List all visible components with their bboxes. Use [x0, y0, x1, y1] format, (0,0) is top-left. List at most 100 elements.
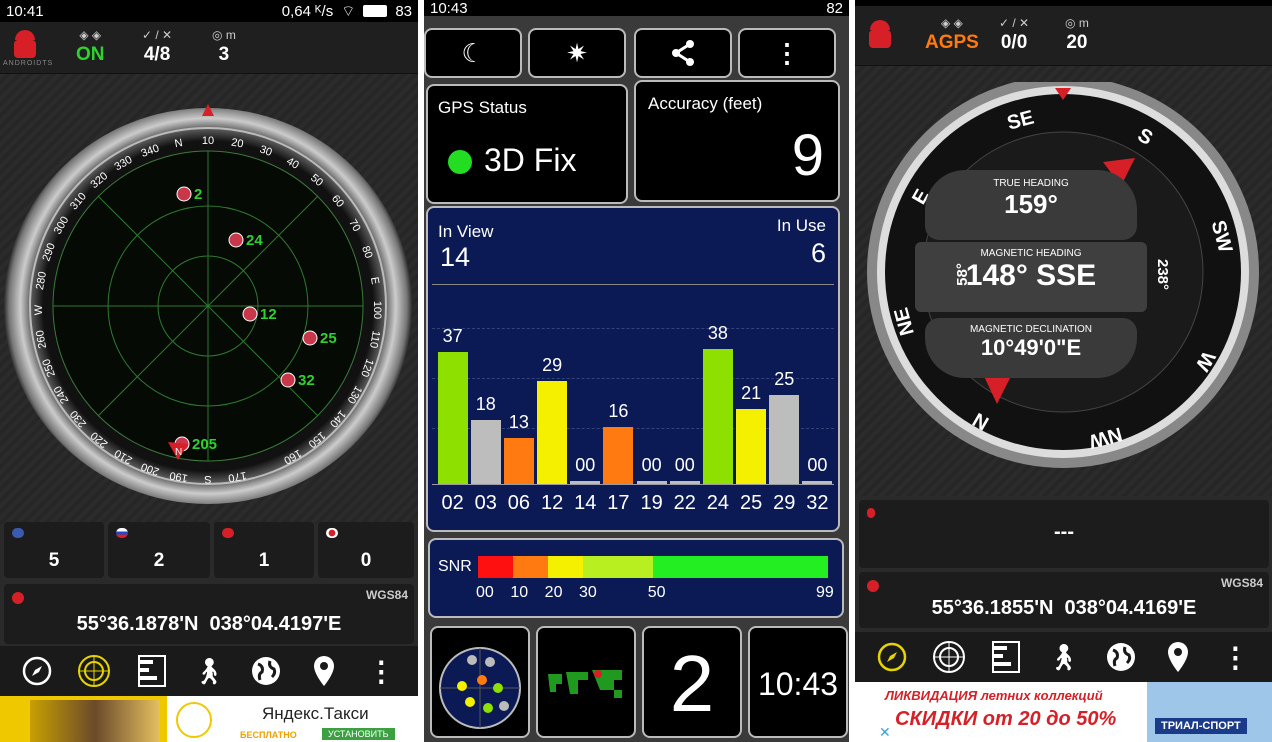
more-button[interactable]: ⋮ [738, 28, 836, 78]
satellite-flag-icon [242, 306, 258, 322]
snr-bar[interactable] [603, 427, 634, 484]
radar-icon[interactable] [76, 653, 112, 689]
snr-tick-label: 20 [544, 584, 563, 601]
world-map-icon [544, 666, 628, 702]
compass-icon[interactable] [874, 639, 910, 675]
snr-bar[interactable] [702, 348, 733, 484]
moon-icon: ☾ [461, 37, 485, 68]
app-logo [863, 20, 897, 58]
night-mode-button[interactable]: ☾ [424, 28, 522, 78]
fix-dot-icon [448, 150, 472, 174]
radar-ring-label: 330 [113, 154, 135, 174]
globe-icon[interactable] [1103, 639, 1139, 675]
radar-icon[interactable] [931, 639, 967, 675]
snr-label: SNR [438, 558, 472, 575]
count-ru-value: 2 [153, 550, 165, 571]
app-logo: ANDROIDTS [3, 30, 52, 68]
accuracy-unit: ◎ m [1065, 16, 1089, 32]
fix-count-tile[interactable]: 2 [642, 626, 742, 738]
latitude: 55°36.1855'N [931, 597, 1054, 619]
ad-line1: ЛИКВИДАЦИЯ летних коллекций [885, 688, 1103, 703]
app-logo-text: ANDROIDTS [3, 60, 54, 67]
satellite-label[interactable]: 2 [194, 186, 202, 203]
accuracy-unit: ◎ m [212, 28, 236, 44]
fix-state: ◈ ◈ ON [76, 28, 105, 66]
accuracy-value: 3 [218, 44, 230, 65]
snr-bar[interactable] [537, 380, 568, 484]
accuracy: ◎ m3 [212, 28, 236, 66]
list-icon[interactable] [988, 639, 1024, 675]
compass-icon[interactable] [19, 653, 55, 689]
snr-bar[interactable] [769, 395, 800, 484]
radar-ring-label: 190 [169, 469, 189, 484]
chart-baseline [432, 484, 834, 485]
fix-state-value: ON [76, 44, 105, 65]
accuracy-value: 20 [1066, 32, 1088, 53]
coordinates-panel: WGS84 55°36.1855'N 038°04.4169'E [859, 572, 1269, 628]
more-icon[interactable]: ⋮ [363, 653, 399, 689]
snr-bar[interactable] [736, 409, 767, 484]
share-button[interactable] [634, 28, 732, 78]
location-icon [867, 580, 879, 592]
radar-ring-label: 70 [346, 217, 363, 234]
sat-count-value: 0/0 [1000, 32, 1028, 53]
pin-icon[interactable] [306, 653, 342, 689]
status-bar: 10:43 82 [424, 0, 849, 17]
walk-icon[interactable]: 🚶︎ [191, 653, 227, 689]
sky-view-tile[interactable] [430, 626, 530, 738]
day-mode-button[interactable]: ✷ [528, 28, 626, 78]
snr-tick-label: 50 [647, 584, 666, 601]
in-use-label: In Use [776, 216, 826, 235]
satellite-label[interactable]: 25 [320, 330, 337, 347]
check-icon: ✓ / ✕ [999, 16, 1030, 30]
satellite-label[interactable]: 12 [260, 306, 277, 323]
pin-icon[interactable] [1160, 639, 1196, 675]
list-icon[interactable] [134, 653, 170, 689]
gps-status-title: GPS Status [438, 98, 527, 117]
world-map-tile[interactable] [536, 626, 636, 738]
clock-tile[interactable]: 10:43 [748, 626, 848, 738]
sky-view-icon [439, 647, 521, 729]
longitude: 038°04.4169'E [1064, 597, 1197, 619]
accuracy-card: Accuracy (feet) 9 [634, 80, 840, 202]
satellite-label[interactable]: 24 [246, 232, 263, 249]
share-icon [672, 40, 694, 66]
radar-ring-label: E [368, 276, 381, 285]
coordinates-panel: WGS84 55°36.1878'N 038°04.4197'E [4, 584, 414, 644]
network-speed: 0,64 ᴷ/s [281, 2, 334, 20]
satellite-label[interactable]: 32 [298, 372, 315, 389]
destination-panel: --- [859, 500, 1269, 568]
satellite-label[interactable]: 205 [192, 436, 217, 453]
close-ad-icon[interactable]: ✕ [879, 724, 891, 741]
count-jp: 0 [318, 522, 414, 578]
snr-bar[interactable] [470, 420, 501, 484]
gps-status-card: GPS Status 3D Fix [426, 84, 628, 204]
radar-ring-label: 240 [52, 384, 72, 406]
battery-level: 82 [826, 0, 843, 17]
ad-photo [30, 700, 160, 742]
snr-tick-label: 30 [579, 584, 597, 601]
flag-ru-icon [116, 528, 128, 538]
globe-icon[interactable] [248, 653, 284, 689]
count-ru: 2 [108, 522, 210, 578]
radar-ring-label: 100 [371, 301, 383, 319]
radar-ring-label: 110 [367, 330, 382, 349]
radar-ring-label: 80 [359, 244, 374, 260]
bar-value-label: 00 [807, 455, 828, 475]
ad-sub-free: БЕСПЛАТНО [240, 730, 297, 740]
ad-banner[interactable]: Яндекс.Такси БЕСПЛАТНО УСТАНОВИТЬ [0, 696, 418, 742]
more-icon[interactable]: ⋮ [1217, 639, 1253, 675]
status-time: 10:43 [430, 0, 468, 17]
fix-state-value: AGPS [925, 32, 979, 53]
radar-ring-label: 310 [68, 190, 89, 212]
ad-brand: Яндекс.Такси [262, 704, 369, 723]
walk-icon[interactable]: 🚶︎ [1045, 639, 1081, 675]
ad-banner[interactable]: ЛИКВИДАЦИЯ летних коллекций СКИДКИ от 20… [855, 682, 1272, 742]
heading-left: 58° [953, 263, 971, 286]
status-bar: 10:41 0,64 ᴷ/s ⌔ 83 [0, 0, 418, 22]
ad-line2: СКИДКИ от 20 до 50% [895, 708, 1117, 730]
snr-bar[interactable] [437, 352, 468, 484]
snr-bar[interactable] [503, 437, 534, 484]
ad-install-button[interactable]: УСТАНОВИТЬ [322, 728, 395, 740]
top-bar: ◈ ◈ AGPS ✓ / ✕ 0/0 ◎ m 20 [855, 6, 1272, 66]
